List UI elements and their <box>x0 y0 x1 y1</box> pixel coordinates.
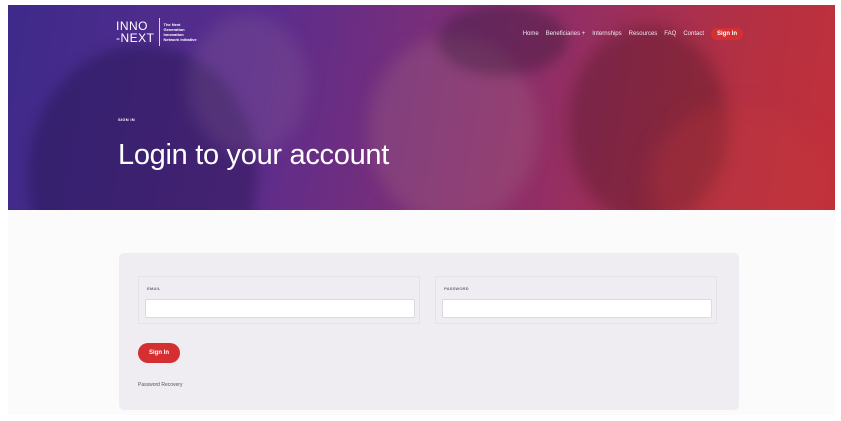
nav-internships[interactable]: Internships <box>592 30 621 38</box>
hero-banner: INNO -NEXT The Next Generation Innovatio… <box>8 5 835 210</box>
logo-tagline: The Next Generation Innovation Network I… <box>164 22 197 42</box>
login-form: EMAIL PASSWORD Sign In Password Recovery <box>119 253 739 410</box>
nav-signin-button[interactable]: Sign In <box>711 28 743 40</box>
login-page: INNO -NEXT The Next Generation Innovatio… <box>0 0 841 421</box>
nav-faq[interactable]: FAQ <box>664 30 676 38</box>
email-field[interactable] <box>145 299 415 318</box>
main-nav: Home Beneficiaries + Internships Resourc… <box>523 28 743 40</box>
site-logo[interactable]: INNO -NEXT The Next Generation Innovatio… <box>116 17 197 47</box>
hero-photo-shape <box>438 5 568 75</box>
password-label: PASSWORD <box>444 286 469 291</box>
password-field-group: PASSWORD <box>435 276 717 324</box>
breadcrumb: SIGN IN <box>118 117 135 122</box>
hero-photo-shape <box>188 15 308 155</box>
nav-resources[interactable]: Resources <box>629 30 658 38</box>
email-field-group: EMAIL <box>138 276 420 324</box>
signin-submit-button[interactable]: Sign In <box>138 343 180 363</box>
logo-tagline-line: Network Initiative <box>163 37 197 42</box>
nav-beneficiaries[interactable]: Beneficiaries + <box>546 30 586 38</box>
page-title: Login to your account <box>118 139 389 171</box>
password-field[interactable] <box>442 299 712 318</box>
password-recovery-link[interactable]: Password Recovery <box>138 382 182 388</box>
logo-wordmark: INNO -NEXT <box>116 20 155 44</box>
nav-home[interactable]: Home <box>523 30 539 38</box>
logo-word-bottom: -NEXT <box>116 31 155 45</box>
email-label: EMAIL <box>147 286 161 291</box>
nav-contact[interactable]: Contact <box>683 30 704 38</box>
logo-divider <box>158 18 160 46</box>
